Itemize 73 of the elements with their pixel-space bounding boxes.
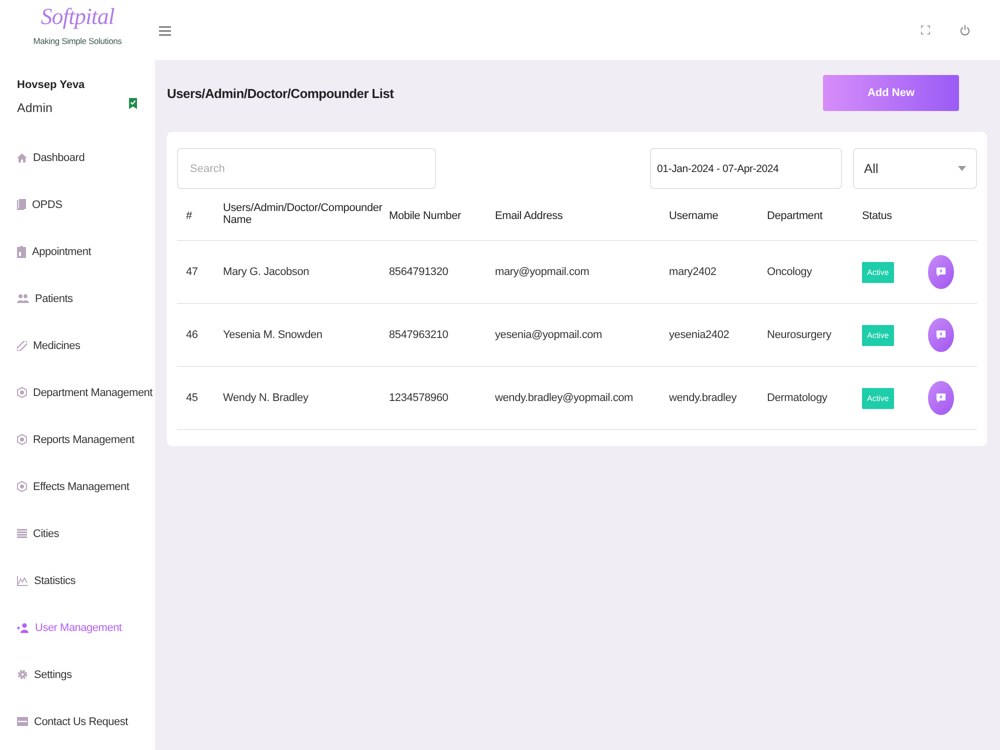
fullscreen-icon[interactable] bbox=[921, 25, 930, 35]
status-badge: Active bbox=[862, 388, 894, 408]
users-icon bbox=[17, 294, 29, 303]
sidebar-item[interactable]: Cities bbox=[0, 510, 155, 557]
sidebar-item[interactable]: OPDS bbox=[0, 181, 155, 228]
column-header: Mobile Number bbox=[389, 210, 461, 222]
user-name: Hovsep Yeva bbox=[17, 78, 86, 92]
sidebar-item[interactable]: Medicines bbox=[0, 322, 155, 369]
date-range-field[interactable]: 01-Jan-2024 - 07-Apr-2024 bbox=[650, 148, 842, 189]
table-cell: Yesenia M. Snowden bbox=[223, 329, 322, 341]
logo: Softpital bbox=[40, 4, 114, 30]
home-icon bbox=[17, 152, 27, 162]
page-title: Users/Admin/Doctor/Compounder List bbox=[167, 86, 394, 100]
column-header: Username bbox=[669, 210, 718, 222]
verified-bookmark-icon bbox=[129, 98, 137, 108]
column-header: Department bbox=[767, 210, 822, 222]
sidebar-item[interactable]: User Management bbox=[0, 604, 155, 651]
table-cell: Neurosurgery bbox=[767, 329, 832, 341]
search-field[interactable]: Search bbox=[177, 148, 436, 189]
table-cell: Wendy N. Bradley bbox=[223, 392, 308, 404]
table-cell: Dermatology bbox=[767, 392, 828, 404]
sidebar-item[interactable]: Effects Management bbox=[0, 463, 155, 510]
power-icon[interactable] bbox=[960, 24, 970, 36]
status-badge: Active bbox=[862, 262, 894, 282]
clipboard-icon bbox=[17, 246, 26, 258]
sidebar-item[interactable]: Statistics bbox=[0, 557, 155, 604]
table-cell: 1234578960 bbox=[389, 392, 448, 404]
status-badge: Active bbox=[862, 324, 894, 346]
table-cell: mary@yopmail.com bbox=[495, 266, 590, 278]
hexagon-icon bbox=[17, 481, 27, 492]
column-header: Email Address bbox=[495, 210, 563, 222]
table-cell: 8564791320 bbox=[389, 266, 448, 278]
table-cell: yesenia@yopmail.com bbox=[495, 329, 602, 341]
table-cell: 45 bbox=[186, 392, 198, 404]
sidebar-item[interactable]: Settings bbox=[0, 651, 155, 698]
message-button[interactable] bbox=[928, 381, 954, 415]
message-icon bbox=[936, 267, 946, 277]
column-header: # bbox=[186, 210, 192, 222]
caret-icon bbox=[958, 166, 966, 171]
pill-icon bbox=[17, 340, 27, 350]
message-button[interactable] bbox=[928, 255, 954, 289]
table-cell: 46 bbox=[186, 329, 198, 341]
book-icon bbox=[17, 199, 26, 210]
table-cell: wendy.bradley bbox=[669, 392, 737, 404]
sidebar-item[interactable]: Patients bbox=[0, 275, 155, 322]
table-cell: Mary G. Jacobson bbox=[223, 266, 310, 278]
message-button[interactable] bbox=[928, 318, 954, 352]
table-cell: mary2402 bbox=[669, 266, 716, 278]
sidebar-item[interactable]: Department Management bbox=[0, 369, 155, 416]
sidebar-item[interactable]: Reports Management bbox=[0, 416, 155, 463]
message-icon bbox=[936, 330, 946, 340]
table-cell: 47 bbox=[186, 266, 198, 278]
table-cell: 8547963210 bbox=[389, 329, 448, 341]
settings-icon bbox=[17, 669, 28, 680]
chart-icon bbox=[17, 576, 28, 586]
hexagon-icon bbox=[17, 434, 27, 445]
hexagon-icon bbox=[17, 387, 27, 398]
message-icon bbox=[936, 393, 946, 403]
user-role: Admin bbox=[17, 100, 54, 116]
column-header: Status bbox=[862, 210, 892, 222]
sidebar-item[interactable]: Contact Us Request bbox=[0, 698, 155, 745]
table-cell: wendy.bradley@yopmail.com bbox=[495, 392, 634, 404]
column-header: Users/Admin/Doctor/Compounder Name bbox=[223, 202, 382, 226]
table-cell: yesenia2402 bbox=[669, 329, 730, 341]
list-icon bbox=[17, 529, 27, 538]
envelope-icon bbox=[17, 717, 28, 726]
sidebar-item[interactable]: Dashboard bbox=[0, 134, 155, 181]
status-select[interactable]: All bbox=[853, 148, 977, 189]
tagline: Making Simple Solutions bbox=[33, 36, 122, 46]
menu-icon[interactable] bbox=[159, 26, 171, 36]
user-plus-icon bbox=[17, 622, 29, 632]
table-cell: Oncology bbox=[767, 266, 812, 278]
sidebar-item[interactable]: Appointment bbox=[0, 228, 155, 275]
